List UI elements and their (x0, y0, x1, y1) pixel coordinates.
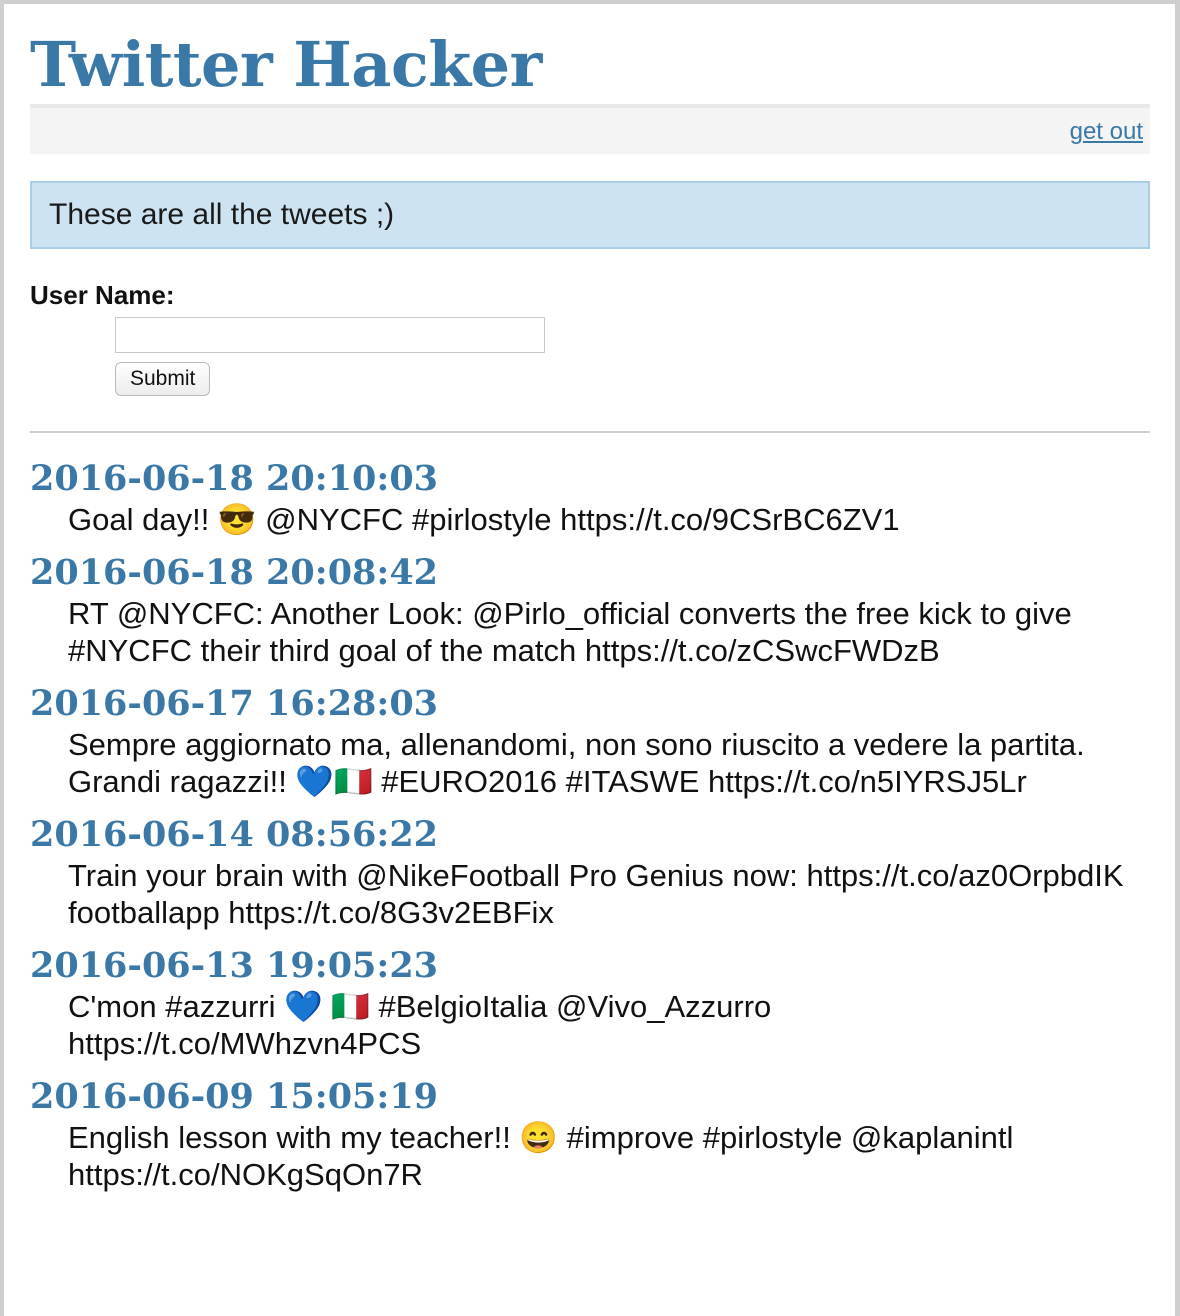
top-nav-bar: get out (30, 104, 1150, 154)
tweet-date: 2016-06-18 20:08:42 (30, 552, 439, 593)
tweet-date: 2016-06-17 16:28:03 (30, 683, 439, 724)
page: Twitter Hacker get out These are all the… (4, 4, 1175, 1316)
tweet-text: C'mon #azzurri 💙 🇮🇹 #BelgioItalia @Vivo_… (68, 989, 772, 1061)
tweet-date: 2016-06-14 08:56:22 (30, 814, 439, 855)
tweet-list: 2016-06-18 20:10:03 Goal day!! 😎 @NYCFC … (30, 457, 1150, 1193)
info-notice: These are all the tweets ;) (30, 181, 1150, 249)
tweet-item: 2016-06-09 15:05:19 English lesson with … (30, 1075, 1150, 1193)
tweet-item: 2016-06-18 20:08:42 RT @NYCFC: Another L… (30, 551, 1150, 669)
logout-link[interactable]: get out (1070, 118, 1143, 146)
tweet-text: RT @NYCFC: Another Look: @Pirlo_official… (68, 596, 1072, 668)
content: Twitter Hacker get out These are all the… (30, 4, 1150, 1206)
tweet-text: English lesson with my teacher!! 😄 #impr… (68, 1120, 1014, 1192)
tweet-item: 2016-06-18 20:10:03 Goal day!! 😎 @NYCFC … (30, 457, 1150, 538)
tweet-item: 2016-06-13 19:05:23 C'mon #azzurri 💙 🇮🇹 … (30, 944, 1150, 1062)
username-label: User Name: (30, 280, 175, 310)
tweet-text: Train your brain with @NikeFootball Pro … (68, 858, 1124, 930)
tweet-item: 2016-06-14 08:56:22 Train your brain wit… (30, 813, 1150, 931)
divider (30, 431, 1150, 433)
tweet-item: 2016-06-17 16:28:03 Sempre aggiornato ma… (30, 682, 1150, 800)
submit-button[interactable]: Submit (115, 362, 211, 396)
tweet-date: 2016-06-13 19:05:23 (30, 945, 439, 986)
tweet-text: Sempre aggiornato ma, allenandomi, non s… (68, 727, 1085, 799)
app-title: Twitter Hacker (30, 28, 542, 101)
tweet-text: Goal day!! 😎 @NYCFC #pirlostyle https://… (68, 502, 900, 537)
username-input[interactable] (115, 317, 545, 353)
user-search-form: User Name: Submit (30, 279, 1150, 396)
tweet-date: 2016-06-09 15:05:19 (30, 1076, 439, 1117)
tweet-date: 2016-06-18 20:10:03 (30, 458, 439, 499)
